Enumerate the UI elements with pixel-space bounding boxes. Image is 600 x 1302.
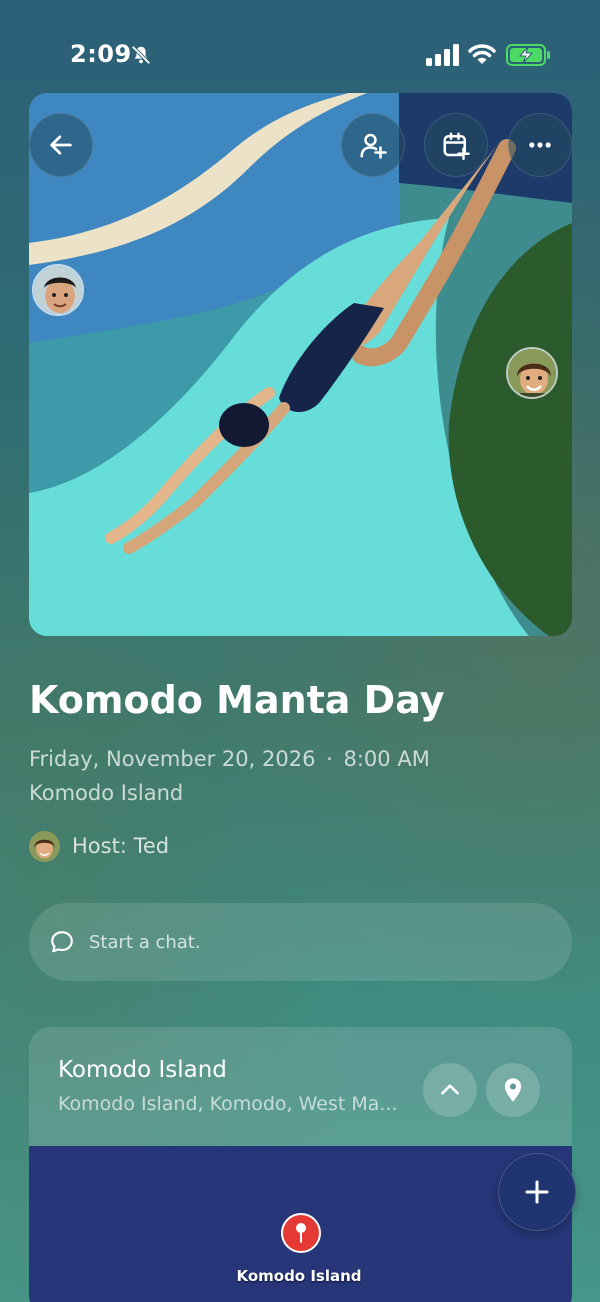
location-card[interactable]: Komodo Island Komodo Island, Komodo, Wes… [29, 1027, 572, 1302]
location-address: Komodo Island, Komodo, West Ma... [58, 1093, 398, 1115]
host-avatar [29, 830, 60, 862]
attendee-avatar[interactable] [32, 264, 84, 316]
event-location: Komodo Island [29, 781, 184, 805]
plus-icon [525, 1180, 549, 1204]
event-datetime: Friday, November 20, 2026 · 8:00 AM [29, 747, 430, 771]
diver-illustration [29, 93, 572, 636]
chat-input[interactable]: Start a chat. [29, 903, 572, 981]
host-label: Host: Ted [72, 834, 170, 858]
cellular-signal-icon [426, 44, 459, 66]
datetime-separator: · [326, 747, 333, 771]
battery-charging-icon [506, 44, 550, 66]
wifi-icon [468, 44, 496, 64]
map-pin-icon [504, 1078, 522, 1102]
host-face-image [29, 830, 60, 862]
map-marker-icon[interactable] [281, 1213, 321, 1253]
event-date: Friday, November 20, 2026 [29, 747, 316, 771]
attendee-avatar[interactable] [506, 347, 558, 399]
open-in-maps-button[interactable] [486, 1063, 540, 1117]
arrow-left-icon [50, 135, 72, 155]
back-button[interactable] [29, 113, 93, 177]
calendar-plus-icon [443, 132, 470, 160]
map-place-label: Komodo Island [236, 1267, 362, 1285]
collapse-map-button[interactable] [423, 1063, 477, 1117]
event-title: Komodo Manta Day [29, 678, 445, 722]
user-plus-icon [360, 133, 387, 159]
chevron-up-icon [441, 1084, 459, 1095]
more-options-button[interactable] [508, 113, 572, 177]
bell-slash-icon [131, 45, 151, 65]
event-time: 8:00 AM [343, 747, 430, 771]
chat-bubble-icon [51, 931, 73, 953]
location-name: Komodo Island [58, 1057, 227, 1083]
invite-button[interactable] [341, 113, 405, 177]
location-map[interactable]: Komodo Island [29, 1146, 572, 1302]
ellipsis-icon [529, 142, 551, 148]
event-cover-image [29, 93, 572, 636]
chat-placeholder: Start a chat. [89, 931, 201, 953]
add-button[interactable] [498, 1153, 576, 1231]
host-row[interactable]: Host: Ted [29, 830, 169, 862]
status-time: 2:09 [70, 40, 132, 68]
add-to-calendar-button[interactable] [424, 113, 488, 177]
